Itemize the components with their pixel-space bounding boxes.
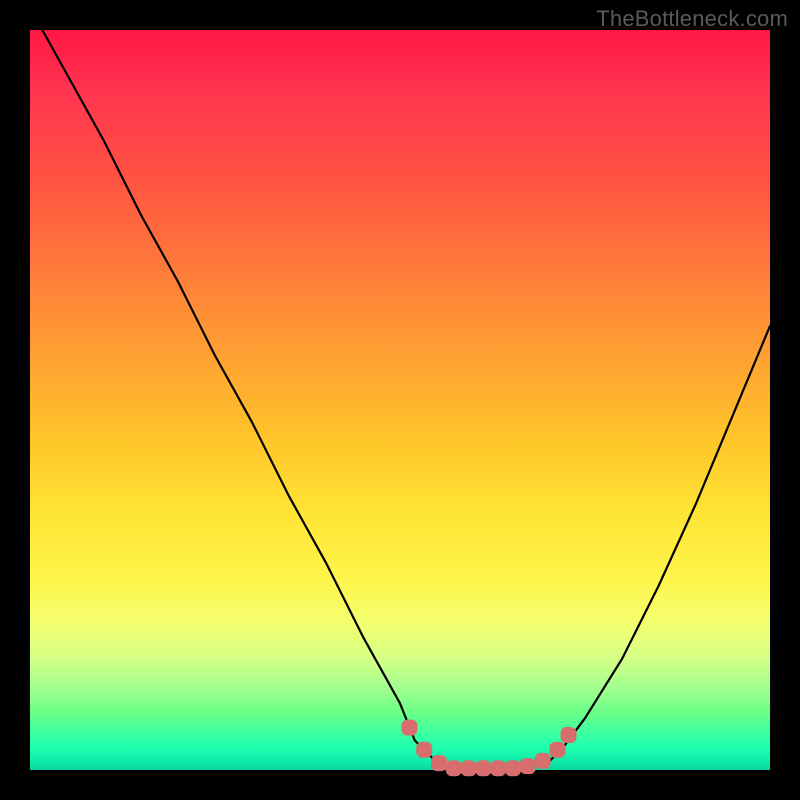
- marker-point: [549, 742, 565, 758]
- plot-area: [30, 30, 770, 770]
- chart-container: TheBottleneck.com: [0, 0, 800, 800]
- marker-point: [416, 742, 432, 758]
- chart-svg: [30, 30, 770, 770]
- marker-group: [401, 720, 576, 777]
- watermark-text: TheBottleneck.com: [596, 6, 788, 32]
- series-line: [30, 8, 770, 770]
- marker-point: [475, 760, 491, 776]
- marker-point: [401, 720, 417, 736]
- marker-point: [505, 760, 521, 776]
- marker-point: [520, 758, 536, 774]
- marker-point: [461, 760, 477, 776]
- marker-point: [561, 727, 577, 743]
- marker-point: [490, 760, 506, 776]
- marker-point: [446, 760, 462, 776]
- marker-point: [431, 755, 447, 771]
- marker-point: [535, 753, 551, 769]
